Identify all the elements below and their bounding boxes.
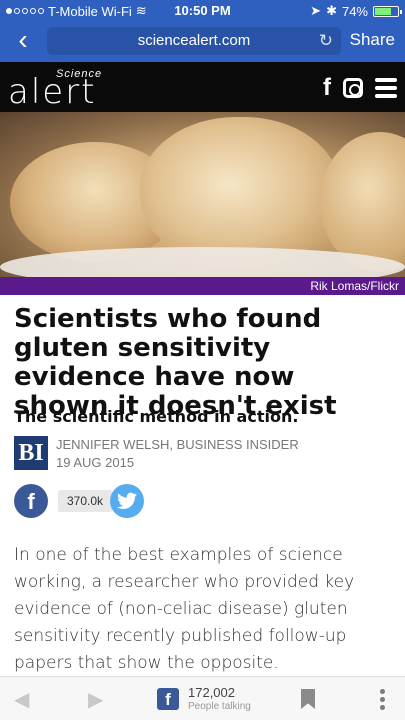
twitter-icon <box>117 492 137 509</box>
bookmark-icon[interactable] <box>301 689 315 709</box>
publish-date: 19 AUG 2015 <box>56 455 135 470</box>
bread-roll-center <box>140 117 340 267</box>
article-body: In one of the best examples of science w… <box>14 545 355 673</box>
location-icon: ➤ <box>310 3 322 18</box>
twitter-share-button[interactable] <box>110 484 144 518</box>
hero-image <box>0 112 405 277</box>
hamburger-menu-icon[interactable] <box>375 78 397 98</box>
bottom-toolbar: ◀ ▶ f 172,002 People talking <box>0 676 405 720</box>
next-article-icon[interactable]: ▶ <box>88 687 103 712</box>
author[interactable]: JENNIFER WELSH, BUSINESS INSIDER <box>56 437 299 452</box>
logo-alert[interactable]: alert <box>8 72 97 112</box>
header-icons: f <box>323 74 397 102</box>
url-text: sciencealert.com <box>137 32 251 49</box>
more-vertical-icon[interactable] <box>380 689 386 710</box>
bluetooth-icon: ✱ <box>326 3 337 18</box>
address-bar[interactable]: sciencealert.com ↻ <box>47 27 341 55</box>
reload-icon[interactable]: ↻ <box>319 27 333 55</box>
site-header: Science alert f <box>0 62 405 112</box>
status-bar: T-Mobile Wi-Fi ≋ 10:50 PM ➤ ✱ 74% <box>0 0 405 20</box>
browser-nav-bar: ‹ sciencealert.com ↻ Share <box>0 20 405 62</box>
article-subhead: The scientific method in action. <box>14 407 299 426</box>
status-indicators: ➤ ✱ 74% <box>310 3 402 19</box>
share-count: 370.0k <box>58 490 112 512</box>
image-credit-bar: Rik Lomas/Flickr <box>0 277 405 295</box>
talk-label: People talking <box>188 701 251 712</box>
chevron-left-icon[interactable]: ‹ <box>8 26 38 56</box>
facebook-icon[interactable]: f <box>157 688 179 710</box>
facebook-share-button[interactable]: f <box>14 484 48 518</box>
share-button[interactable]: Share <box>350 30 395 50</box>
talk-count[interactable]: 172,002 <box>188 685 235 700</box>
prev-article-icon[interactable]: ◀ <box>14 687 29 712</box>
article-headline: Scientists who found gluten sensitivity … <box>14 304 337 421</box>
battery-fill <box>375 7 392 15</box>
image-credit: Rik Lomas/Flickr <box>310 279 399 293</box>
source-logo: BI <box>14 436 48 470</box>
instagram-icon[interactable] <box>343 78 363 98</box>
battery-percent: 74% <box>341 3 368 19</box>
battery-icon <box>373 5 402 17</box>
facebook-icon[interactable]: f <box>323 74 331 102</box>
